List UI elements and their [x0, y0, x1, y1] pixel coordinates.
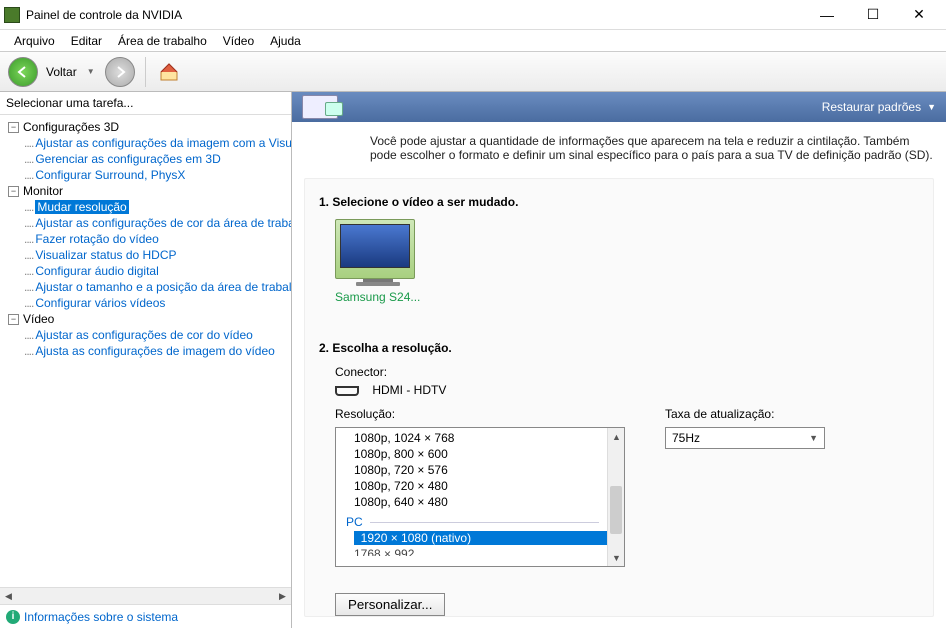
monitor-icon	[335, 219, 415, 279]
tree-category-monitor[interactable]: −Monitor	[0, 183, 291, 199]
menu-bar: Arquivo Editar Área de trabalho Vídeo Aj…	[0, 30, 946, 52]
collapse-icon[interactable]: −	[8, 186, 19, 197]
scroll-down-icon[interactable]: ▼	[608, 549, 625, 566]
tree-item-desktop-size-pos[interactable]: ....Ajustar o tamanho e a posição da áre…	[0, 279, 291, 295]
step2-heading: 2. Escolha a resolução.	[319, 341, 933, 355]
hdmi-port-icon	[335, 386, 359, 396]
resolution-option[interactable]: 1080p, 720 × 576	[336, 462, 607, 478]
collapse-icon[interactable]: −	[8, 314, 19, 325]
title-bar: Painel de controle da NVIDIA — ☐ ✕	[0, 0, 946, 30]
customize-button[interactable]: Personalizar...	[335, 593, 445, 616]
resolution-option[interactable]: 1080p, 720 × 480	[336, 478, 607, 494]
resolution-scrollbar[interactable]: ▲ ▼	[607, 428, 624, 566]
tree-item-hdcp-status[interactable]: ....Visualizar status do HDCP	[0, 247, 291, 263]
back-history-dropdown[interactable]: ▼	[87, 67, 95, 76]
arrow-left-icon	[15, 64, 31, 80]
app-icon	[4, 7, 20, 23]
navigation-toolbar: Voltar ▼	[0, 52, 946, 92]
connector-label: Conector:	[335, 365, 933, 379]
back-button[interactable]	[8, 57, 38, 87]
tree-item-video-image[interactable]: ....Ajusta as configurações de imagem do…	[0, 343, 291, 359]
tree-item-change-resolution[interactable]: ....Mudar resolução	[0, 199, 291, 215]
tree-item-desktop-color[interactable]: ....Ajustar as configurações de cor da á…	[0, 215, 291, 231]
home-icon	[158, 61, 180, 83]
scroll-thumb[interactable]	[610, 486, 622, 534]
menu-file[interactable]: Arquivo	[6, 32, 63, 50]
sidebar-h-scrollbar[interactable]: ◀ ▶	[0, 587, 291, 604]
resolution-column: Resolução: 1080p, 1024 × 768 1080p, 800 …	[335, 407, 625, 567]
task-sidebar: Selecionar uma tarefa... −Configurações …	[0, 92, 292, 628]
collapse-icon[interactable]: −	[8, 122, 19, 133]
minimize-button[interactable]: —	[804, 0, 850, 30]
tree-item-surround-physx[interactable]: ....Configurar Surround, PhysX	[0, 167, 291, 183]
chevron-down-icon: ▼	[809, 433, 818, 443]
page-banner: Restaurar padrões ▼	[292, 92, 946, 122]
resolution-listbox[interactable]: 1080p, 1024 × 768 1080p, 800 × 600 1080p…	[335, 427, 625, 567]
refresh-rate-label: Taxa de atualização:	[665, 407, 825, 421]
chevron-down-icon[interactable]: ▼	[927, 102, 936, 112]
close-button[interactable]: ✕	[896, 0, 942, 30]
back-label: Voltar	[46, 65, 77, 79]
toolbar-divider	[145, 57, 146, 87]
tree-category-video[interactable]: −Vídeo	[0, 311, 291, 327]
banner-monitor-icon	[302, 95, 338, 119]
scroll-left-icon[interactable]: ◀	[0, 588, 17, 605]
monitor-label: Samsung S24...	[335, 290, 420, 304]
refresh-rate-value: 75Hz	[672, 431, 700, 445]
task-tree[interactable]: −Configurações 3D ....Ajustar as configu…	[0, 115, 291, 587]
resolution-option[interactable]: 1768 × 992	[336, 546, 607, 556]
resolution-option-selected[interactable]: 1920 × 1080 (nativo)	[336, 530, 607, 546]
monitor-thumbnail[interactable]: Samsung S24...	[335, 219, 420, 304]
tree-item-rotate-display[interactable]: ....Fazer rotação do vídeo	[0, 231, 291, 247]
refresh-rate-column: Taxa de atualização: 75Hz ▼	[665, 407, 825, 567]
resolution-group-pc: PC	[336, 514, 607, 530]
tree-item-manage-3d[interactable]: ....Gerenciar as configurações em 3D	[0, 151, 291, 167]
main-panel: Restaurar padrões ▼ Você pode ajustar a …	[292, 92, 946, 628]
tree-category-3d[interactable]: −Configurações 3D	[0, 119, 291, 135]
tree-item-multiple-displays[interactable]: ....Configurar vários vídeos	[0, 295, 291, 311]
menu-desktop[interactable]: Área de trabalho	[110, 32, 215, 50]
maximize-button[interactable]: ☐	[850, 0, 896, 30]
system-info-link[interactable]: i Informações sobre o sistema	[0, 604, 291, 628]
arrow-right-icon	[112, 64, 128, 80]
resolution-label: Resolução:	[335, 407, 625, 421]
intro-text: Você pode ajustar a quantidade de inform…	[370, 134, 934, 162]
forward-button[interactable]	[105, 57, 135, 87]
settings-group: 1. Selecione o vídeo a ser mudado. Samsu…	[304, 178, 934, 617]
resolution-option[interactable]: 1080p, 800 × 600	[336, 446, 607, 462]
scroll-right-icon[interactable]: ▶	[274, 588, 291, 605]
tree-item-image-settings[interactable]: ....Ajustar as configurações da imagem c…	[0, 135, 291, 151]
sidebar-header: Selecionar uma tarefa...	[0, 92, 291, 115]
step1-heading: 1. Selecione o vídeo a ser mudado.	[319, 195, 933, 209]
home-button[interactable]	[156, 59, 182, 85]
menu-edit[interactable]: Editar	[63, 32, 110, 50]
tree-item-digital-audio[interactable]: ....Configurar áudio digital	[0, 263, 291, 279]
connector-value: HDMI - HDTV	[372, 383, 446, 397]
menu-help[interactable]: Ajuda	[262, 32, 309, 50]
window-title: Painel de controle da NVIDIA	[26, 8, 804, 22]
restore-defaults-link[interactable]: Restaurar padrões	[822, 100, 921, 114]
resolution-option[interactable]: 1080p, 640 × 480	[336, 494, 607, 510]
resolution-option[interactable]: 1080p, 1024 × 768	[336, 430, 607, 446]
tree-item-video-color[interactable]: ....Ajustar as configurações de cor do v…	[0, 327, 291, 343]
refresh-rate-select[interactable]: 75Hz ▼	[665, 427, 825, 449]
menu-video[interactable]: Vídeo	[215, 32, 262, 50]
content-area: Você pode ajustar a quantidade de inform…	[292, 122, 946, 628]
info-icon: i	[6, 610, 20, 624]
scroll-up-icon[interactable]: ▲	[608, 428, 625, 445]
